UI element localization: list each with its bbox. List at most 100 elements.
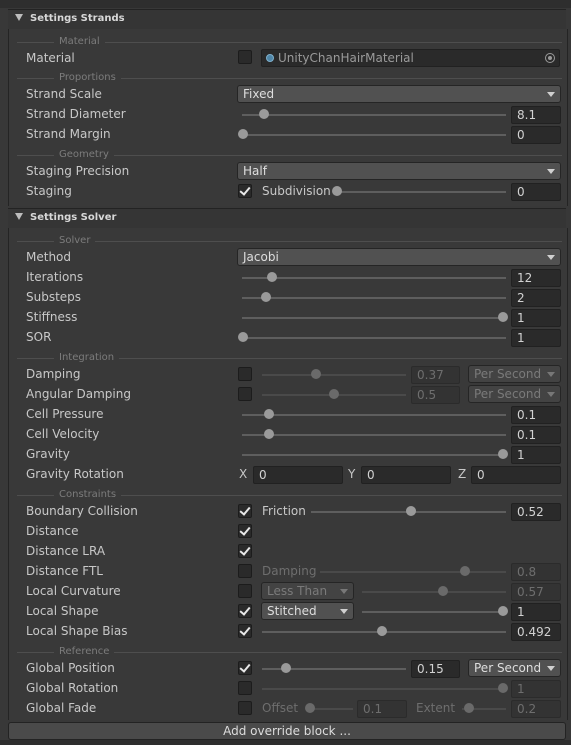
group-header-reference: Reference xyxy=(17,646,562,658)
local-shape-bias-slider-knob[interactable] xyxy=(377,626,387,636)
cell-pressure-input[interactable]: 0.1 xyxy=(511,406,561,424)
strand-scale-dropdown[interactable]: Fixed xyxy=(237,85,561,103)
distance-ftl-label: Distance FTL xyxy=(26,564,103,578)
local-shape-slider-track[interactable] xyxy=(362,611,506,613)
row-local-shape-bias: Local Shape Bias 0.492 xyxy=(0,621,571,641)
strand-margin-slider-track[interactable] xyxy=(242,134,506,136)
chevron-down-icon xyxy=(340,589,348,594)
damping-unit-dropdown[interactable]: Per Second xyxy=(468,365,561,383)
strand-diameter-label: Strand Diameter xyxy=(26,107,126,121)
angular-damping-input[interactable]: 0.5 xyxy=(411,386,460,404)
local-curvature-checkbox[interactable] xyxy=(238,584,252,598)
local-shape-slider-knob[interactable] xyxy=(498,606,508,616)
staging-precision-dropdown[interactable]: Half xyxy=(237,162,561,180)
cell-velocity-slider-knob[interactable] xyxy=(264,429,274,439)
distance-lra-checkbox[interactable] xyxy=(238,544,252,558)
group-header-integration: Integration xyxy=(17,352,562,364)
angular-damping-checkbox[interactable] xyxy=(238,387,252,401)
strand-diameter-slider-knob[interactable] xyxy=(259,109,269,119)
local-curvature-mode-dropdown[interactable]: Less Than xyxy=(261,582,354,600)
iterations-input[interactable]: 12 xyxy=(511,269,561,287)
local-shape-bias-input[interactable]: 0.492 xyxy=(511,623,561,641)
material-object-field[interactable]: UnityChanHairMaterial xyxy=(261,49,560,67)
subdivision-slider-track[interactable] xyxy=(337,191,506,193)
row-local-curvature: Local Curvature Less Than 0.57 xyxy=(0,581,571,601)
substeps-input[interactable]: 2 xyxy=(511,289,561,307)
iterations-slider-knob[interactable] xyxy=(267,272,277,282)
local-curvature-slider-track[interactable] xyxy=(362,591,506,593)
damping-slider-track[interactable] xyxy=(262,374,406,376)
local-curvature-input[interactable]: 0.57 xyxy=(511,583,561,601)
offset-slider-knob[interactable] xyxy=(305,703,315,713)
stiffness-slider-knob[interactable] xyxy=(498,312,508,322)
cell-velocity-slider-track[interactable] xyxy=(242,434,506,436)
stiffness-slider-track[interactable] xyxy=(242,317,506,319)
cell-pressure-slider-track[interactable] xyxy=(242,414,506,416)
strand-diameter-input[interactable]: 8.1 xyxy=(511,106,561,124)
strand-margin-slider-knob[interactable] xyxy=(238,129,248,139)
object-picker-icon[interactable] xyxy=(545,53,555,63)
ftl-damping-input[interactable]: 0.8 xyxy=(511,563,561,581)
damping-input[interactable]: 0.37 xyxy=(411,366,460,384)
subdivision-input[interactable]: 0 xyxy=(511,183,561,201)
strand-margin-input[interactable]: 0 xyxy=(511,126,561,144)
gravity-rotation-x-input[interactable]: 0 xyxy=(253,466,343,484)
gravity-input[interactable]: 1 xyxy=(511,446,561,464)
global-position-checkbox[interactable] xyxy=(238,661,252,675)
cell-pressure-slider-knob[interactable] xyxy=(264,409,274,419)
global-fade-checkbox[interactable] xyxy=(238,701,252,715)
gravity-slider-track[interactable] xyxy=(242,454,506,456)
subdivision-slider-knob[interactable] xyxy=(332,186,342,196)
local-shape-mode-dropdown[interactable]: Stitched xyxy=(261,602,354,620)
distance-ftl-checkbox[interactable] xyxy=(238,564,252,578)
method-dropdown[interactable]: Jacobi xyxy=(237,248,561,266)
damping-slider-knob[interactable] xyxy=(311,369,321,379)
substeps-slider-knob[interactable] xyxy=(261,292,271,302)
local-shape-input[interactable]: 1 xyxy=(511,603,561,621)
iterations-slider-track[interactable] xyxy=(242,277,506,279)
strand-diameter-slider-track[interactable] xyxy=(242,114,506,116)
ftl-damping-slider-track[interactable] xyxy=(320,571,506,573)
damping-checkbox[interactable] xyxy=(238,367,252,381)
sor-slider-track[interactable] xyxy=(242,337,506,339)
global-rotation-input[interactable]: 1 xyxy=(511,680,561,698)
staging-checkbox[interactable] xyxy=(238,184,252,198)
ftl-damping-slider-knob[interactable] xyxy=(460,566,470,576)
gravity-slider-knob[interactable] xyxy=(498,449,508,459)
row-strand-margin: Strand Margin 0 xyxy=(0,124,571,144)
foldout-triangle-icon[interactable] xyxy=(15,213,23,220)
settings-strands-header[interactable]: Settings Strands xyxy=(8,9,566,30)
row-strand-diameter: Strand Diameter 8.1 xyxy=(0,104,571,124)
global-rotation-checkbox[interactable] xyxy=(238,681,252,695)
stiffness-input[interactable]: 1 xyxy=(511,309,561,327)
distance-checkbox[interactable] xyxy=(238,524,252,538)
offset-input[interactable]: 0.1 xyxy=(357,700,407,718)
friction-slider-knob[interactable] xyxy=(406,506,416,516)
y-axis-label: Y xyxy=(348,467,356,481)
sor-input[interactable]: 1 xyxy=(511,329,561,347)
extent-input[interactable]: 0.2 xyxy=(511,700,561,718)
local-shape-checkbox[interactable] xyxy=(238,604,252,618)
cell-velocity-input[interactable]: 0.1 xyxy=(511,426,561,444)
global-position-slider-knob[interactable] xyxy=(281,663,291,673)
sor-slider-knob[interactable] xyxy=(238,332,248,342)
angular-damping-slider-knob[interactable] xyxy=(329,389,339,399)
foldout-triangle-icon[interactable] xyxy=(15,14,23,21)
local-curvature-slider-knob[interactable] xyxy=(438,586,448,596)
material-checkbox[interactable] xyxy=(238,50,252,64)
global-position-input[interactable]: 0.15 xyxy=(411,660,460,678)
substeps-slider-track[interactable] xyxy=(242,297,506,299)
extent-slider-knob[interactable] xyxy=(464,703,474,713)
gravity-rotation-z-input[interactable]: 0 xyxy=(471,466,561,484)
add-override-block-button[interactable]: Add override block ... xyxy=(8,722,566,740)
local-curvature-label: Local Curvature xyxy=(26,584,121,598)
settings-solver-header[interactable]: Settings Solver xyxy=(8,208,566,229)
global-rotation-slider-track[interactable] xyxy=(262,688,506,690)
gravity-rotation-y-input[interactable]: 0 xyxy=(361,466,451,484)
local-shape-bias-checkbox[interactable] xyxy=(238,624,252,638)
global-rotation-slider-knob[interactable] xyxy=(498,683,508,693)
angular-damping-unit-dropdown[interactable]: Per Second xyxy=(468,385,561,403)
global-position-unit-dropdown[interactable]: Per Second xyxy=(468,659,561,677)
boundary-collision-checkbox[interactable] xyxy=(238,504,252,518)
friction-input[interactable]: 0.52 xyxy=(511,503,561,521)
